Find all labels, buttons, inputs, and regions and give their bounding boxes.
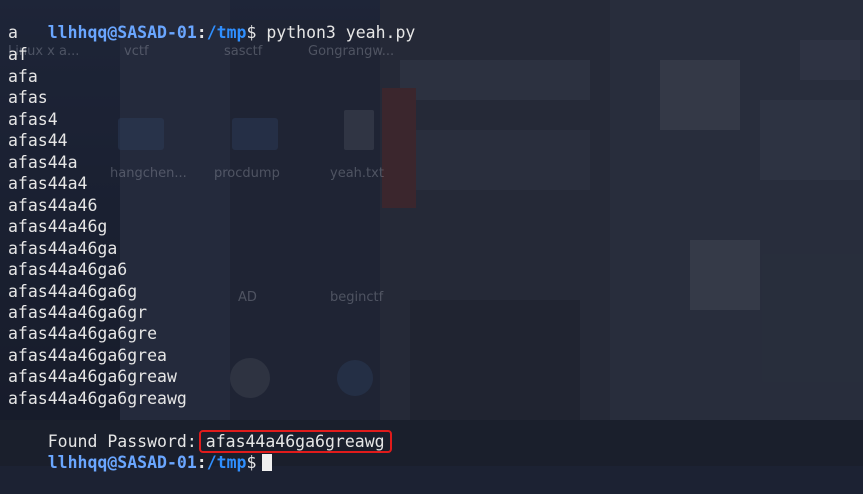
output-line: a — [8, 23, 18, 42]
prompt-user-host: llhhqq@SASAD-01 — [47, 23, 197, 42]
output-line: afas44a46ga — [8, 239, 118, 258]
prompt-colon: : — [196, 23, 207, 42]
output-line: afas44a46g — [8, 217, 108, 236]
output-line: afas4 — [8, 110, 58, 129]
output-line: afas44a46ga6gr — [8, 303, 148, 322]
output-line: afas44a4 — [8, 174, 88, 193]
active-prompt-line[interactable]: llhhqq@SASAD-01:/tmp$ — [8, 431, 273, 472]
output-line: afas44a — [8, 153, 78, 172]
prompt-dollar: $ — [246, 453, 257, 472]
prompt-path: /tmp — [206, 453, 247, 472]
prompt-user-host: llhhqq@SASAD-01 — [47, 453, 197, 472]
prompt-colon: : — [196, 453, 207, 472]
found-password-line: Found Password: afas44a46ga6greawg — [8, 409, 392, 453]
output-line: afas44a46ga6 — [8, 260, 128, 279]
output-line: afas44a46 — [8, 196, 98, 215]
prompt-dollar: $ — [246, 23, 257, 42]
command-text: python3 yeah.py — [266, 23, 416, 42]
output-line: afas44a46ga6g — [8, 282, 138, 301]
output-line: afas44a46ga6grea — [8, 346, 167, 365]
output-line: afas44a46ga6greaw — [8, 367, 177, 386]
prompt-path: /tmp — [206, 23, 247, 42]
output-line: afas — [8, 88, 48, 107]
output-line: afas44 — [8, 131, 68, 150]
terminal-window[interactable]: llhhqq@SASAD-01:/tmp$ python3 yeah.py a … — [0, 0, 863, 472]
command-line: llhhqq@SASAD-01:/tmp$ python3 yeah.py — [8, 1, 416, 42]
output-line: af — [8, 45, 28, 64]
output-line: afa — [8, 67, 38, 86]
text-cursor[interactable] — [262, 454, 273, 471]
output-line: afas44a46ga6gre — [8, 324, 158, 343]
output-line: afas44a46ga6greawg — [8, 389, 187, 408]
